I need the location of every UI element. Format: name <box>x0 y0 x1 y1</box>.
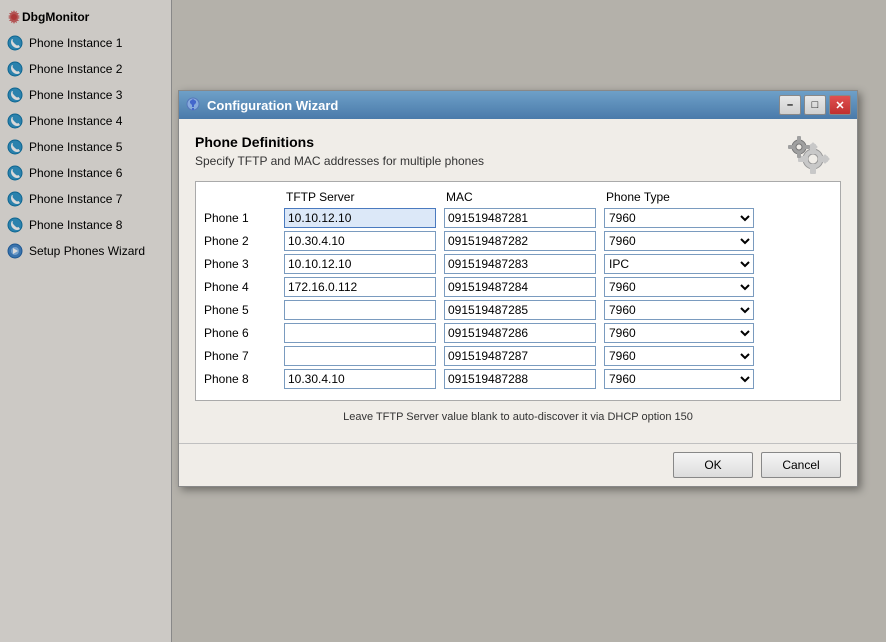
phone-type-select[interactable]: 7960IPC79407970 <box>604 300 754 320</box>
mac-input[interactable] <box>444 231 596 251</box>
gear-decoration <box>781 131 841 181</box>
phones-table: TFTP Server MAC Phone Type Phone 1 7960IP… <box>195 181 841 401</box>
phone-type-select-wrap: 7960IPC79407970 <box>604 300 759 320</box>
tftp-input[interactable] <box>284 369 436 389</box>
phone-type-select-wrap: 7960IPC79407970 <box>604 369 759 389</box>
tftp-input[interactable] <box>284 277 436 297</box>
table-row: Phone 7 7960IPC79407970 <box>204 346 832 366</box>
table-row: Phone 1 7960IPC79407970 <box>204 208 832 228</box>
table-row: Phone 6 7960IPC79407970 <box>204 323 832 343</box>
dialog-title: Configuration Wizard <box>207 98 776 113</box>
phone-label: Phone 6 <box>204 326 284 340</box>
phone-label: Phone 5 <box>204 303 284 317</box>
close-button[interactable]: ✕ <box>829 95 851 115</box>
dialog-overlay: Configuration Wizard – □ ✕ Phone Definit… <box>0 0 886 642</box>
tftp-input[interactable] <box>284 231 436 251</box>
phone-label: Phone 7 <box>204 349 284 363</box>
dialog-title-icon <box>185 96 201 115</box>
cancel-button[interactable]: Cancel <box>761 452 841 478</box>
dialog-header: Phone Definitions Specify TFTP and MAC a… <box>195 131 841 181</box>
phone-type-select[interactable]: 7960IPC79407970 <box>604 277 754 297</box>
phone-type-select[interactable]: 7960IPC79407970 <box>604 369 754 389</box>
phone-label: Phone 4 <box>204 280 284 294</box>
mac-input[interactable] <box>444 277 596 297</box>
minimize-button[interactable]: – <box>779 95 801 115</box>
tftp-input[interactable] <box>284 208 436 228</box>
phone-type-select-wrap: 7960IPC79407970 <box>604 346 759 366</box>
phone-label: Phone 8 <box>204 372 284 386</box>
mac-input[interactable] <box>444 346 596 366</box>
ok-button[interactable]: OK <box>673 452 753 478</box>
hint-text: Leave TFTP Server value blank to auto-di… <box>195 411 841 423</box>
mac-input[interactable] <box>444 208 596 228</box>
section-title: Phone Definitions <box>195 134 484 150</box>
phone-rows: Phone 1 7960IPC79407970 Phone 2 7960IPC7940… <box>204 208 832 389</box>
table-row: Phone 2 7960IPC79407970 <box>204 231 832 251</box>
mac-input[interactable] <box>444 300 596 320</box>
dialog-titlebar: Configuration Wizard – □ ✕ <box>179 91 857 119</box>
phone-type-select[interactable]: 7960IPC79407970 <box>604 231 754 251</box>
tftp-input[interactable] <box>284 254 436 274</box>
mac-input[interactable] <box>444 369 596 389</box>
phone-label: Phone 3 <box>204 257 284 271</box>
col-header-mac: MAC <box>444 190 604 204</box>
col-header-empty <box>204 190 284 204</box>
col-header-tftp: TFTP Server <box>284 190 444 204</box>
tftp-input[interactable] <box>284 300 436 320</box>
table-headers: TFTP Server MAC Phone Type <box>204 190 832 204</box>
dialog-footer: OK Cancel <box>179 443 857 486</box>
phone-type-select-wrap: 7960IPC79407970 <box>604 323 759 343</box>
phone-label: Phone 1 <box>204 211 284 225</box>
table-row: Phone 4 7960IPC79407970 <box>204 277 832 297</box>
dialog-header-text: Phone Definitions Specify TFTP and MAC a… <box>195 134 484 178</box>
phone-type-select-wrap: 7960IPC79407970 <box>604 208 759 228</box>
phone-type-select-wrap: 7960IPC79407970 <box>604 254 759 274</box>
phone-type-select[interactable]: 7960IPC79407970 <box>604 346 754 366</box>
phone-type-select[interactable]: 7960IPC79407970 <box>604 323 754 343</box>
table-row: Phone 5 7960IPC79407970 <box>204 300 832 320</box>
table-row: Phone 8 7960IPC79407970 <box>204 369 832 389</box>
table-row: Phone 3 7960IPC79407970 <box>204 254 832 274</box>
dialog-content: Phone Definitions Specify TFTP and MAC a… <box>179 119 857 443</box>
col-header-phone-type: Phone Type <box>604 190 764 204</box>
phone-type-select[interactable]: 7960IPC79407970 <box>604 208 754 228</box>
mac-input[interactable] <box>444 254 596 274</box>
phone-type-select[interactable]: 7960IPC79407970 <box>604 254 754 274</box>
tftp-input[interactable] <box>284 346 436 366</box>
mac-input[interactable] <box>444 323 596 343</box>
tftp-input[interactable] <box>284 323 436 343</box>
phone-type-select-wrap: 7960IPC79407970 <box>604 277 759 297</box>
phone-type-select-wrap: 7960IPC79407970 <box>604 231 759 251</box>
section-subtitle: Specify TFTP and MAC addresses for multi… <box>195 154 484 168</box>
configuration-dialog: Configuration Wizard – □ ✕ Phone Definit… <box>178 90 858 487</box>
phone-label: Phone 2 <box>204 234 284 248</box>
maximize-button[interactable]: □ <box>804 95 826 115</box>
